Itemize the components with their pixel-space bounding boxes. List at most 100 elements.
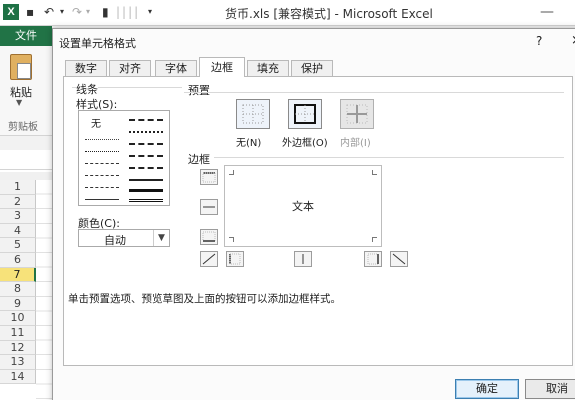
tab-border[interactable]: 边框 — [199, 57, 245, 77]
tab-number[interactable]: 数字 — [65, 60, 107, 76]
preview-text: 文本 — [292, 200, 314, 213]
clipboard-group-label: 剪贴板 — [8, 122, 38, 133]
tab-font[interactable]: 字体 — [155, 60, 197, 76]
excel-app-icon: X — [3, 4, 19, 20]
line-style-option[interactable] — [129, 189, 163, 192]
preset-none-button[interactable] — [236, 99, 270, 129]
name-box[interactable] — [0, 150, 60, 170]
line-style-none[interactable]: 无 — [91, 115, 101, 130]
border-hint-text: 单击预置选项、预览草图及上面的按钮可以添加边框样式。 — [68, 293, 341, 305]
preset-inside-label: 内部(I) — [340, 138, 371, 149]
file-tab[interactable]: 文件 — [0, 26, 52, 46]
print-preview-icon[interactable]: ▮ — [102, 4, 109, 20]
border-diagonal-up-button[interactable] — [200, 251, 218, 267]
cancel-button[interactable]: 取消 — [525, 379, 575, 399]
border-left-icon — [229, 253, 241, 265]
line-style-option[interactable] — [129, 131, 163, 133]
preset-none-icon — [242, 104, 264, 124]
excel-title-bar: X ▪ ↶ ▾ ↷ ▾ ▮ |||| ▾ 货币.xls [兼容模式] - Mic… — [0, 0, 575, 26]
format-cells-dialog: 设置单元格格式 ? × 数字 对齐 字体 边框 填充 保护 线条 样式(S): … — [52, 28, 575, 400]
border-bottom-button[interactable] — [200, 229, 218, 245]
preview-corner-mark — [229, 170, 234, 175]
border-diagonal-down-button[interactable] — [390, 251, 408, 267]
border-top-icon — [202, 172, 216, 183]
preview-corner-mark — [372, 170, 377, 175]
dialog-title: 设置单元格格式 — [59, 37, 136, 50]
line-style-option[interactable] — [85, 175, 119, 176]
line-style-option[interactable] — [85, 151, 119, 152]
line-style-option[interactable] — [85, 187, 119, 188]
diagonal-up-icon — [202, 253, 216, 265]
paste-dropdown-icon[interactable]: ▼ — [16, 98, 22, 107]
presets-legend: 预置 — [188, 82, 210, 98]
preset-none-label: 无(N) — [236, 138, 262, 149]
line-color-select[interactable]: 自动 ▼ — [78, 229, 170, 247]
presets-divider — [184, 92, 564, 93]
preset-outline-label: 外边框(O) — [282, 138, 328, 149]
customize-toolbar-icon[interactable]: ▾ — [148, 4, 152, 20]
redo-dropdown-icon[interactable]: ▾ — [86, 4, 90, 20]
row-header[interactable]: 5 — [0, 238, 36, 253]
row-header[interactable]: 11 — [0, 325, 36, 341]
undo-icon[interactable]: ↶ — [44, 4, 54, 20]
redo-icon[interactable]: ↷ — [72, 4, 82, 20]
line-style-option[interactable] — [129, 199, 163, 202]
row-header[interactable]: 13 — [0, 355, 36, 370]
line-style-option[interactable] — [85, 139, 119, 140]
quick-access-toolbar-icons[interactable]: |||| — [116, 4, 140, 20]
tab-fill[interactable]: 填充 — [247, 60, 289, 76]
close-button[interactable]: × — [571, 33, 575, 48]
preview-corner-mark — [372, 237, 377, 242]
tab-protection[interactable]: 保护 — [291, 60, 333, 76]
row-header[interactable]: 14 — [0, 369, 36, 385]
line-style-option[interactable] — [129, 143, 163, 145]
line-style-option[interactable] — [129, 119, 163, 121]
line-style-option[interactable] — [129, 167, 163, 169]
row-header[interactable]: 9 — [0, 296, 36, 312]
row-header[interactable]: 7 — [0, 267, 36, 283]
border-left-button[interactable] — [226, 251, 244, 267]
row-header[interactable]: 3 — [0, 209, 36, 224]
preset-inside-icon — [346, 104, 368, 124]
undo-dropdown-icon[interactable]: ▾ — [60, 4, 64, 20]
paste-icon[interactable] — [10, 54, 32, 80]
row-header[interactable]: 10 — [0, 311, 36, 326]
minimize-button[interactable]: — — [540, 4, 554, 20]
line-style-option[interactable] — [85, 163, 119, 164]
preset-outline-icon — [294, 104, 316, 124]
row-headers: 1 2 3 4 5 6 7 8 9 10 11 12 13 14 — [0, 180, 36, 385]
ribbon: 粘贴 ▼ 剪贴板 — [0, 46, 60, 136]
preset-outline-button[interactable] — [288, 99, 322, 129]
border-right-button[interactable] — [364, 251, 382, 267]
ok-button[interactable]: 确定 — [455, 379, 519, 399]
border-bottom-icon — [202, 231, 216, 242]
border-divider — [214, 157, 564, 158]
help-button[interactable]: ? — [536, 34, 542, 48]
line-style-option[interactable] — [85, 199, 119, 200]
row-header[interactable]: 4 — [0, 223, 36, 239]
border-middle-horizontal-button[interactable] — [200, 199, 218, 215]
border-legend: 边框 — [188, 151, 210, 167]
border-tab-panel: 线条 样式(S): 无 颜色(C): 自动 ▼ 预置 无(N) 外边框(O) 内… — [63, 76, 573, 366]
preset-inside-button[interactable] — [340, 99, 374, 129]
chevron-down-icon[interactable]: ▼ — [153, 230, 169, 246]
border-preview[interactable]: 文本 — [224, 165, 382, 247]
border-middle-vertical-button[interactable] — [294, 251, 312, 267]
border-inside-vertical-icon — [302, 254, 304, 264]
line-style-option[interactable] — [129, 155, 163, 157]
row-header[interactable]: 6 — [0, 252, 36, 268]
diagonal-down-icon — [392, 253, 406, 265]
line-legend: 线条 — [76, 81, 98, 97]
border-top-button[interactable] — [200, 169, 218, 185]
line-style-list[interactable]: 无 — [78, 110, 170, 206]
preview-corner-mark — [229, 237, 234, 242]
tab-alignment[interactable]: 对齐 — [109, 60, 151, 76]
line-style-option[interactable] — [129, 179, 163, 181]
row-header[interactable]: 2 — [0, 194, 36, 210]
row-header[interactable]: 8 — [0, 282, 36, 297]
save-icon[interactable]: ▪ — [26, 4, 34, 20]
border-inside-horizontal-icon — [203, 206, 215, 208]
border-right-icon — [367, 253, 379, 265]
row-header[interactable]: 1 — [0, 180, 36, 195]
row-header[interactable]: 12 — [0, 340, 36, 356]
